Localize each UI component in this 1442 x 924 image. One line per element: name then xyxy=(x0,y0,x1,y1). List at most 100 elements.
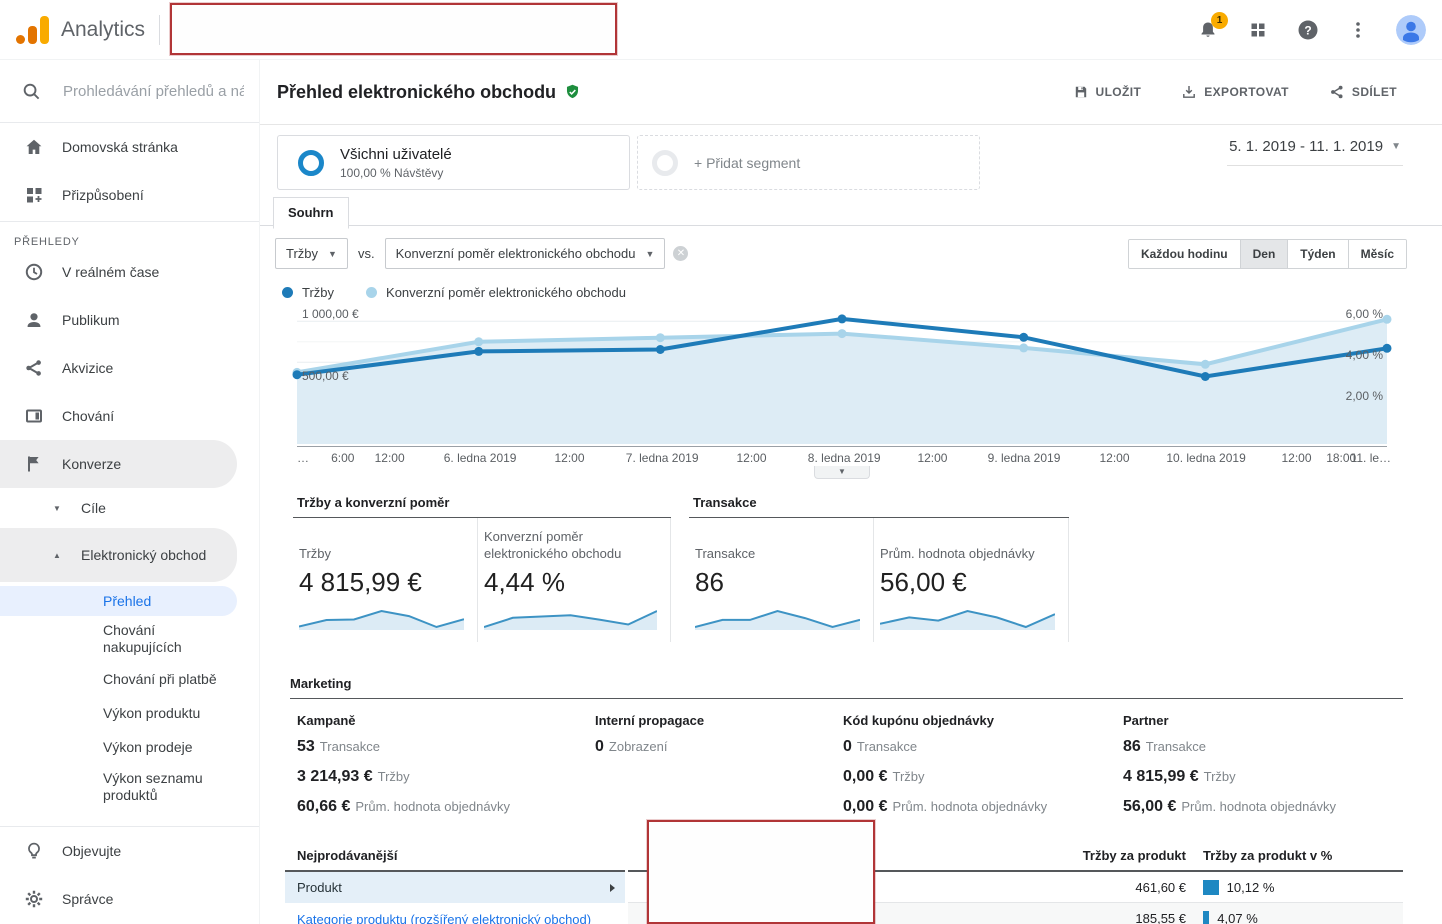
chevron-down-icon: ▼ xyxy=(328,249,337,259)
search-input[interactable] xyxy=(61,82,246,101)
help-icon[interactable]: ? xyxy=(1296,18,1320,42)
metric-line[interactable]: 56,00 €Prům. hodnota objednávky xyxy=(1123,798,1403,816)
x-axis-tick: 6:00 xyxy=(331,451,354,465)
search-icon xyxy=(22,82,41,101)
chart-canvas[interactable] xyxy=(297,306,1387,446)
axis-label: 2,00 % xyxy=(1346,389,1383,403)
scorecard-avg-order-value[interactable]: Prům. hodnota objednávky 56,00 € xyxy=(874,518,1069,642)
x-axis-tick: 9. ledna 2019 xyxy=(988,451,1061,465)
analytics-logo-icon[interactable] xyxy=(16,16,49,44)
scorecard-transactions[interactable]: Transakce 86 xyxy=(689,518,874,642)
logo-dot xyxy=(16,35,25,44)
x-axis-tick: 6. ledna 2019 xyxy=(444,451,517,465)
x-axis-tick: 11. le… xyxy=(1351,451,1391,465)
marketing-title: Marketing xyxy=(290,676,1403,699)
sidebar-item-product-list-performance[interactable]: Výkon seznamu produktů xyxy=(0,764,259,810)
sidebar-search[interactable] xyxy=(0,60,259,123)
segment-donut-empty-icon xyxy=(652,150,678,176)
scorecard-revenue[interactable]: Tržby 4 815,99 € xyxy=(293,518,478,642)
metric-line[interactable]: 3 214,93 €Tržby xyxy=(297,768,595,786)
column-header-percent[interactable]: Tržby za produkt v % xyxy=(1186,848,1332,863)
sidebar-item-behavior[interactable]: Chování xyxy=(0,392,259,440)
logo-bar-short xyxy=(28,26,37,44)
logo-bar-tall xyxy=(40,16,49,44)
save-button[interactable]: ULOŽIT xyxy=(1067,83,1148,101)
main-content: Přehled elektronického obchodu ULOŽIT xyxy=(260,60,1442,924)
tab-summary[interactable]: Souhrn xyxy=(273,197,349,229)
expander-down-icon xyxy=(53,503,63,513)
secondary-metric-select[interactable]: Konverzní poměr elektronického obchodu ▼ xyxy=(385,238,666,269)
sidebar-item-acquisition[interactable]: Akvizice xyxy=(0,344,259,392)
metric-line[interactable]: 4 815,99 €Tržby xyxy=(1123,768,1403,786)
x-axis-tick: 12:00 xyxy=(737,451,767,465)
add-segment-button[interactable]: + Přidat segment xyxy=(637,135,980,190)
x-axis-tick: 7. ledna 2019 xyxy=(626,451,699,465)
page-title: Přehled elektronického obchodu xyxy=(277,82,556,103)
axis-label: 4,00 % xyxy=(1346,348,1383,362)
home-icon xyxy=(24,137,44,157)
customization-icon xyxy=(24,185,44,205)
segment-all-users[interactable]: Všichni uživatelé 100,00 % Návštěvy xyxy=(277,135,630,190)
explorer-controls: Tržby ▼ vs. Konverzní poměr elektronické… xyxy=(275,238,1407,269)
metric-line[interactable]: 0,00 €Prům. hodnota objednávky xyxy=(843,798,1123,816)
arrow-right-icon xyxy=(610,884,615,892)
sidebar-item-ecommerce-overview[interactable]: Přehled xyxy=(0,586,237,616)
sidebar-item-home[interactable]: Domovská stránka xyxy=(0,123,259,171)
sidebar-item-customization[interactable]: Přizpůsobení xyxy=(0,171,259,219)
dimension-product-category[interactable]: Kategorie produktu (rozšířený elektronic… xyxy=(285,903,625,924)
sidebar-item-sales-performance[interactable]: Výkon prodeje xyxy=(0,730,259,764)
granularity-month[interactable]: Měsíc xyxy=(1349,240,1406,268)
metric-line[interactable]: 53Transakce xyxy=(297,738,595,756)
date-range-picker[interactable]: 5. 1. 2019 - 11. 1. 2019 ▼ xyxy=(1227,135,1403,166)
sidebar-item-product-performance[interactable]: Výkon produktu xyxy=(0,696,259,730)
timeseries-chart[interactable]: 1 000,00 €500,00 €6,00 %4,00 %2,00 % …6:… xyxy=(297,306,1387,479)
granularity-week[interactable]: Týden xyxy=(1288,240,1348,268)
scorecard-group-transactions: Transakce Transakce 86 Prům. hodnota obj… xyxy=(689,495,1069,642)
chart-plot-area[interactable]: 1 000,00 €500,00 €6,00 %4,00 %2,00 % xyxy=(297,306,1387,446)
sidebar-item-audience[interactable]: Publikum xyxy=(0,296,259,344)
legend-dot-primary xyxy=(282,287,293,298)
metric-line[interactable]: 0Transakce xyxy=(843,738,1123,756)
segment-donut-icon xyxy=(298,150,324,176)
share-button[interactable]: SDÍLET xyxy=(1323,83,1403,101)
x-axis-tick: 12:00 xyxy=(554,451,584,465)
metric-line[interactable]: 0Zobrazení xyxy=(595,738,843,756)
sidebar-item-goals[interactable]: Cíle xyxy=(0,488,259,528)
avatar-icon xyxy=(1396,15,1426,45)
scorecard-conversion-rate[interactable]: Konverzní poměr elektronického obchodu 4… xyxy=(478,518,671,642)
sidebar-item-ecommerce[interactable]: Elektronický obchod xyxy=(0,528,237,582)
sparkline xyxy=(299,606,464,630)
chart-expander-button[interactable]: ▼ xyxy=(814,466,870,479)
primary-metric-select[interactable]: Tržby ▼ xyxy=(275,238,348,269)
sidebar-item-discover[interactable]: Objevujte xyxy=(0,827,259,875)
percent-bar xyxy=(1203,880,1219,895)
expander-up-icon xyxy=(53,550,63,560)
metric-line[interactable]: 0,00 €Tržby xyxy=(843,768,1123,786)
sidebar-item-shopping-behavior[interactable]: Chování nakupujících xyxy=(0,616,259,662)
metric-line[interactable]: 86Transakce xyxy=(1123,738,1403,756)
segment-detail: 100,00 % Návštěvy xyxy=(340,166,452,180)
user-avatar[interactable] xyxy=(1396,15,1426,45)
sidebar-item-admin[interactable]: Správce xyxy=(0,875,259,923)
granularity-switcher: Každou hodinu Den Týden Měsíc xyxy=(1128,239,1407,269)
download-icon xyxy=(1181,84,1197,100)
column-header-revenue[interactable]: Tržby za produkt xyxy=(958,848,1186,863)
sidebar-item-realtime[interactable]: V reálném čase xyxy=(0,248,259,296)
x-axis: …6:0012:006. ledna 201912:007. ledna 201… xyxy=(297,446,1387,464)
metric-line[interactable]: 60,66 €Prům. hodnota objednávky xyxy=(297,798,595,816)
export-button[interactable]: EXPORTOVAT xyxy=(1175,83,1295,101)
sidebar-item-checkout-behavior[interactable]: Chování při platbě xyxy=(0,662,259,696)
granularity-day[interactable]: Den xyxy=(1241,240,1289,268)
marketing-section: Marketing Kampaně 53Transakce 3 214,93 €… xyxy=(290,676,1403,828)
tab-bar: Souhrn xyxy=(260,196,1442,226)
marketing-column-coupon-code: Kód kupónu objednávky 0Transakce 0,00 €T… xyxy=(843,713,1123,828)
dimension-product[interactable]: Produkt xyxy=(285,872,625,903)
granularity-hourly[interactable]: Každou hodinu xyxy=(1129,240,1241,268)
overflow-menu-icon[interactable] xyxy=(1346,18,1370,42)
remove-metric-icon[interactable]: ✕ xyxy=(673,246,688,261)
apps-grid-icon[interactable] xyxy=(1246,18,1270,42)
sidebar-item-conversions[interactable]: Konverze xyxy=(0,440,237,488)
notifications-bell-icon[interactable]: 1 xyxy=(1196,18,1220,42)
legend-dot-secondary xyxy=(366,287,377,298)
legend-item-revenue: Tržby xyxy=(282,285,334,300)
